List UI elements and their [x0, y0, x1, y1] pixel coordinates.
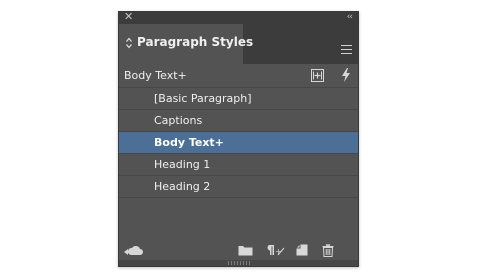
list-item[interactable]: Heading 1 [119, 154, 358, 176]
cloud-library-icon[interactable] [124, 244, 144, 257]
current-style-row: Body Text+ [119, 64, 358, 88]
folder-icon[interactable] [238, 244, 253, 256]
list-item[interactable]: [Basic Paragraph] [119, 88, 358, 110]
clear-overrides-icon[interactable]: + [265, 244, 285, 256]
grip-dots [228, 261, 250, 265]
close-icon[interactable]: ✕ [124, 11, 133, 23]
list-item-label: Heading 1 [154, 158, 211, 171]
paragraph-styles-panel: ✕ ‹‹ Paragraph Styles Body Text+ [Basic … [118, 11, 359, 267]
create-style-from-override-icon[interactable] [311, 69, 324, 82]
collapse-icon[interactable]: ‹‹ [347, 11, 353, 23]
list-item-label: Captions [154, 114, 203, 127]
lightning-icon[interactable] [341, 68, 351, 82]
tab-label: Paragraph Styles [137, 35, 254, 49]
resize-grip[interactable] [119, 260, 358, 266]
current-style-name: Body Text+ [124, 69, 187, 82]
tab-paragraph-styles[interactable]: Paragraph Styles [119, 24, 253, 64]
up-down-arrows-icon [126, 37, 132, 49]
list-item-label: [Basic Paragraph] [154, 92, 252, 105]
list-item[interactable]: Heading 2 [119, 176, 358, 198]
list-item-label: Body Text+ [154, 136, 224, 149]
panel-titlebar[interactable]: ✕ ‹‹ [119, 11, 358, 24]
panel-bottom-toolbar: + [119, 242, 358, 260]
styles-list: [Basic Paragraph] Captions Body Text+ He… [119, 88, 358, 198]
tab-row: Paragraph Styles [119, 24, 358, 64]
new-style-icon[interactable] [296, 244, 308, 256]
list-item[interactable]: Captions [119, 110, 358, 132]
trash-icon[interactable] [322, 244, 334, 257]
hamburger-menu-icon[interactable] [341, 45, 352, 54]
list-item-label: Heading 2 [154, 180, 211, 193]
list-item-selected[interactable]: Body Text+ [119, 132, 358, 154]
